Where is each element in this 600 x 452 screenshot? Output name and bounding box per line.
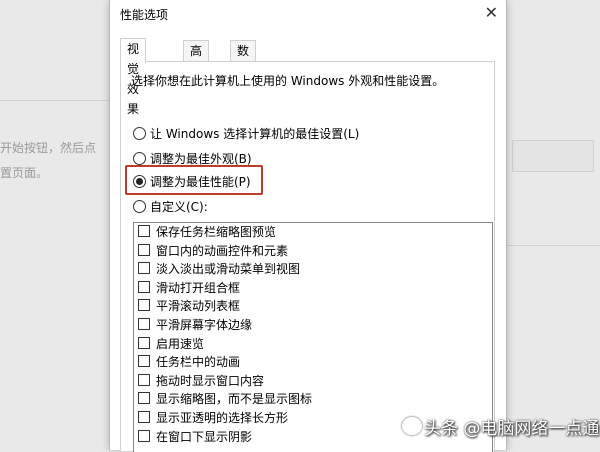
watermark: 头条 @电脑网络一点通 [402, 414, 599, 439]
checkbox-icon [138, 243, 150, 256]
background-panel-right [512, 140, 594, 172]
list-item-label: 启用速览 [156, 336, 205, 351]
radio-custom[interactable]: 自定义(C): [133, 198, 208, 216]
visual-effects-panel: 选择你想在此计算机上使用的 Windows 外观和性能设置。 让 Windows… [120, 61, 495, 452]
checkbox-icon [138, 280, 150, 293]
background-text-1: 开始按钮，然后点 [0, 141, 97, 155]
background-text-2: 置页面。 [0, 166, 49, 180]
checkbox-icon [138, 373, 150, 386]
radio-button-icon [133, 152, 146, 165]
checkbox-icon [138, 410, 150, 423]
checkbox-icon [138, 317, 150, 330]
checkbox-icon [138, 336, 150, 349]
list-item[interactable]: 平滑屏幕字体边缘 [134, 316, 492, 335]
list-item-label: 窗口内的动画控件和元素 [156, 243, 289, 258]
performance-options-dialog: 性能选项 ✕ 视觉效果 高级 数据执行保护 选择你想在此计算机上使用的 Wind… [109, 0, 507, 452]
list-item-label: 在窗口下显示阴影 [156, 429, 253, 444]
radio-let-windows-choose[interactable]: 让 Windows 选择计算机的最佳设置(L) [133, 125, 359, 143]
close-icon[interactable]: ✕ [485, 3, 498, 22]
list-item[interactable]: 保存任务栏缩略图预览 [134, 223, 492, 242]
radio-label: 调整为最佳外观(B) [150, 152, 252, 166]
list-item[interactable]: 窗口内的动画控件和元素 [134, 242, 492, 261]
radio-button-icon [133, 127, 146, 140]
list-item-label: 滑动打开组合框 [156, 280, 241, 295]
list-item[interactable]: 淡入淡出或滑动菜单到视图 [134, 260, 492, 279]
checkbox-icon [138, 225, 150, 237]
list-item-label: 任务栏中的动画 [156, 355, 241, 370]
red-highlight-box [125, 165, 263, 195]
list-item-label: 淡入淡出或滑动菜单到视图 [156, 262, 301, 277]
background-divider-right [505, 245, 600, 246]
list-item[interactable]: 显示缩略图，而不是显示图标 [134, 390, 492, 409]
watermark-logo-icon [402, 417, 422, 435]
list-item-label: 显示缩略图，而不是显示图标 [156, 392, 313, 407]
checkbox-icon [138, 355, 150, 368]
checkbox-icon [138, 392, 150, 405]
tab-visual-effects[interactable]: 视觉效果 [120, 38, 147, 116]
list-item[interactable]: 任务栏中的动画 [134, 353, 492, 372]
radio-label: 自定义(C): [150, 200, 208, 214]
tab-advanced[interactable]: 高级 [183, 40, 210, 78]
list-item[interactable]: 平滑滚动列表框 [134, 297, 492, 316]
list-item-label: 平滑滚动列表框 [156, 299, 241, 314]
checkbox-icon [138, 262, 150, 275]
tab-data-execution-prevention[interactable]: 数据执行保护 [230, 40, 257, 158]
background-divider [0, 100, 109, 101]
list-item-label: 拖动时显示窗口内容 [156, 373, 265, 388]
list-item[interactable]: 滑动打开组合框 [134, 279, 492, 298]
checkbox-icon [138, 429, 150, 442]
list-item-label: 保存任务栏缩略图预览 [156, 225, 277, 239]
panel-description: 选择你想在此计算机上使用的 Windows 外观和性能设置。 [131, 74, 445, 88]
radio-label: 让 Windows 选择计算机的最佳设置(L) [150, 127, 360, 141]
list-item-label: 显示亚透明的选择长方形 [156, 410, 289, 425]
watermark-text: 头条 @电脑网络一点通 [424, 419, 600, 439]
checkbox-icon [138, 299, 150, 312]
list-item-label: 平滑屏幕字体边缘 [156, 317, 253, 332]
list-item[interactable]: 启用速览 [134, 335, 492, 354]
list-item[interactable]: 拖动时显示窗口内容 [134, 372, 492, 391]
radio-button-icon [133, 200, 146, 213]
dialog-title: 性能选项 [120, 8, 169, 22]
